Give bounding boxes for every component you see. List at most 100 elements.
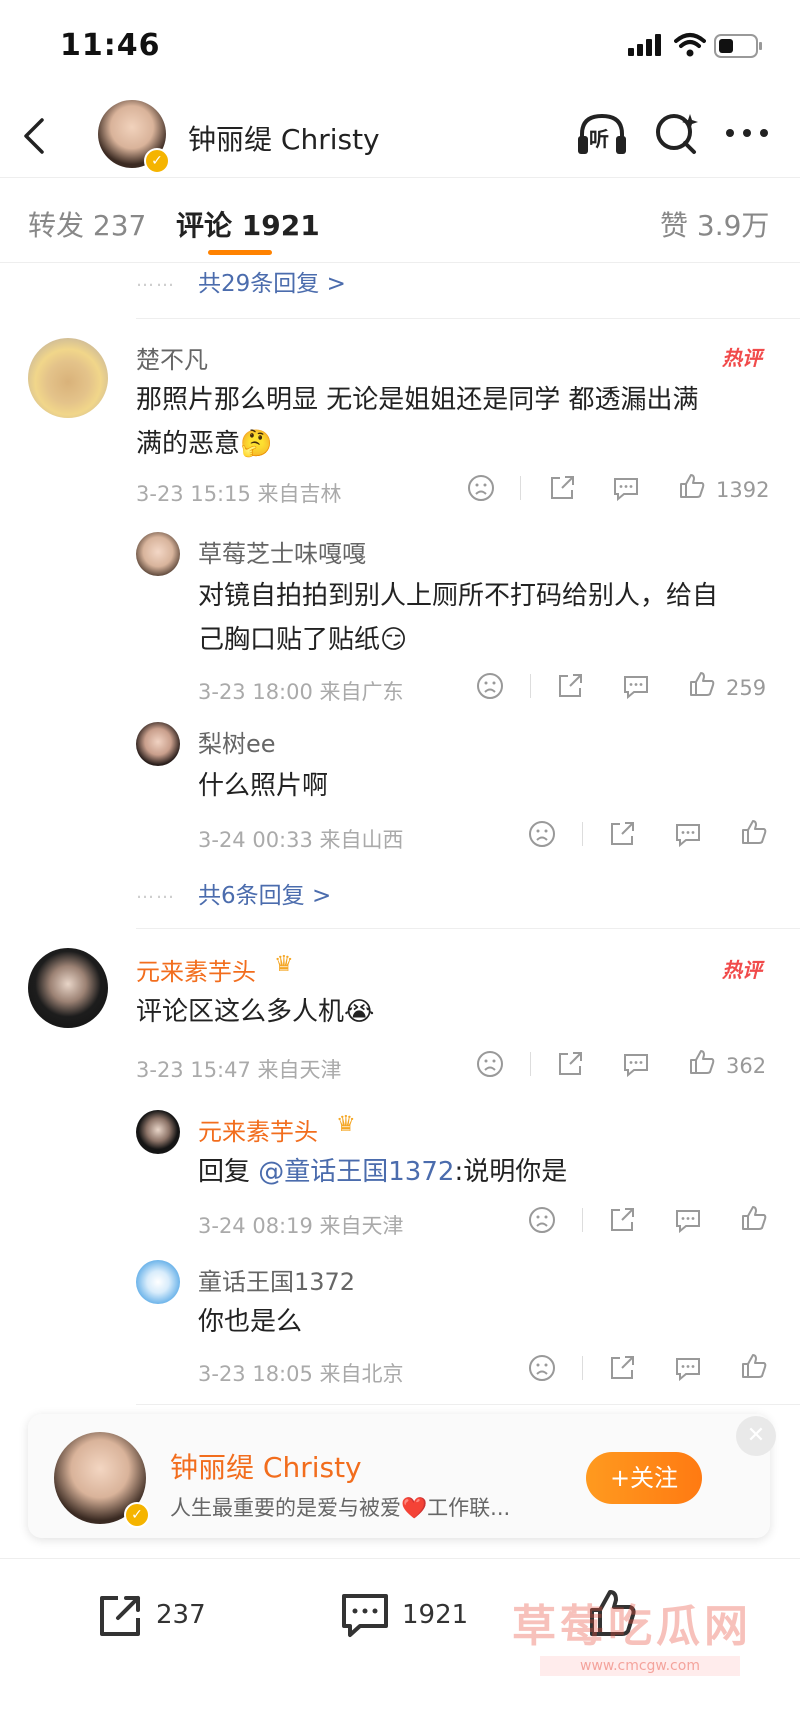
like-count: 362 bbox=[726, 1054, 767, 1078]
dislike-icon[interactable] bbox=[528, 1206, 556, 1234]
dislike-icon[interactable] bbox=[476, 672, 504, 700]
like-icon[interactable] bbox=[740, 1352, 768, 1380]
mention-link[interactable]: @童话王国1372 bbox=[258, 1157, 454, 1187]
header-divider bbox=[0, 177, 800, 178]
verified-badge-icon: ✓ bbox=[124, 1502, 150, 1528]
dislike-icon[interactable] bbox=[528, 820, 556, 848]
reply-text: 你也是么 bbox=[198, 1307, 303, 1337]
dislike-icon[interactable] bbox=[528, 1354, 556, 1382]
site-watermark: 草莓吃瓜网 bbox=[512, 1601, 752, 1652]
reply-author[interactable]: 元来素芋头 bbox=[198, 1112, 318, 1147]
dislike-icon[interactable] bbox=[476, 1050, 504, 1078]
comment-separator bbox=[136, 318, 800, 319]
dislike-icon[interactable] bbox=[467, 474, 495, 502]
repost-count: 237 bbox=[156, 1600, 206, 1630]
comment-meta: 3-23 15:47 来自天津 bbox=[136, 1058, 342, 1082]
more-replies-dots: …… bbox=[136, 882, 176, 903]
reply-meta: 3-24 08:19 来自天津 bbox=[198, 1214, 404, 1238]
comment-count: 1921 bbox=[402, 1600, 469, 1630]
status-time: 11:46 bbox=[60, 28, 161, 63]
more-replies-link[interactable]: 共29条回复 > bbox=[198, 264, 346, 298]
reply-text-rest: :说明你是 bbox=[454, 1157, 568, 1187]
follow-button[interactable]: +关注 bbox=[586, 1452, 702, 1504]
reply-avatar[interactable] bbox=[136, 1260, 180, 1304]
like-icon[interactable] bbox=[740, 1204, 768, 1232]
comment-separator bbox=[136, 928, 800, 929]
card-name: 钟丽缇 Christy bbox=[170, 1451, 362, 1484]
hot-comment-badge: 热评 bbox=[722, 346, 762, 370]
reply-avatar[interactable] bbox=[136, 722, 180, 766]
reply-author[interactable]: 童话王国1372 bbox=[198, 1262, 355, 1297]
share-icon[interactable] bbox=[608, 820, 636, 848]
cellular-signal-icon bbox=[628, 34, 664, 56]
card-close-button[interactable]: ✕ bbox=[736, 1416, 776, 1456]
reply-meta: 3-23 18:05 来自北京 bbox=[198, 1362, 404, 1386]
comment-author[interactable]: 元来素芋头 bbox=[136, 952, 256, 987]
tabs-divider bbox=[0, 262, 800, 263]
comment-separator bbox=[136, 1404, 800, 1405]
site-watermark-url: www.cmcgw.com bbox=[540, 1656, 740, 1676]
action-divider bbox=[582, 1356, 583, 1380]
reply-text: 对镜自拍拍到别人上厕所不打码给别人，给自 bbox=[198, 581, 719, 611]
battery-icon bbox=[714, 34, 764, 58]
comment-text: 那照片那么明显 无论是姐姐还是同学 都透漏出满 bbox=[136, 385, 699, 415]
action-divider bbox=[520, 476, 521, 500]
reply-icon[interactable] bbox=[622, 672, 650, 700]
crown-badge-icon: ♛ bbox=[274, 952, 294, 977]
comment-avatar[interactable] bbox=[28, 338, 108, 418]
comment-author[interactable]: 楚不凡 bbox=[136, 340, 208, 375]
like-count: 259 bbox=[726, 676, 767, 700]
more-options-icon[interactable] bbox=[724, 126, 770, 140]
reply-avatar[interactable] bbox=[136, 1110, 180, 1154]
share-icon[interactable] bbox=[548, 474, 576, 502]
more-replies-dots: …… bbox=[136, 270, 176, 291]
tab-comments[interactable]: 评论 1921 bbox=[176, 204, 320, 244]
card-bio: 人生最重要的是爱与被爱❤️工作联... bbox=[170, 1496, 511, 1520]
action-divider bbox=[530, 1052, 531, 1076]
reply-author[interactable]: 草莓芝士味嘎嘎 bbox=[198, 534, 366, 569]
comment-icon[interactable] bbox=[340, 1590, 390, 1640]
action-divider bbox=[530, 674, 531, 698]
tab-likes[interactable]: 赞 3.9万 bbox=[660, 204, 769, 244]
share-icon[interactable] bbox=[608, 1354, 636, 1382]
like-count: 1392 bbox=[716, 478, 770, 502]
repost-icon[interactable] bbox=[96, 1592, 144, 1640]
share-icon[interactable] bbox=[608, 1206, 636, 1234]
more-replies-link[interactable]: 共6条回复 > bbox=[198, 876, 331, 910]
reply-avatar[interactable] bbox=[136, 532, 180, 576]
share-icon[interactable] bbox=[556, 672, 584, 700]
hot-comment-badge: 热评 bbox=[722, 958, 762, 982]
reply-icon[interactable] bbox=[674, 1206, 702, 1234]
wifi-icon bbox=[674, 32, 706, 58]
action-divider bbox=[582, 1208, 583, 1232]
verified-badge-icon: ✓ bbox=[144, 148, 170, 174]
share-icon[interactable] bbox=[556, 1050, 584, 1078]
tab-repost[interactable]: 转发 237 bbox=[28, 204, 146, 244]
reply-icon[interactable] bbox=[622, 1050, 650, 1078]
reply-prefix: 回复 bbox=[198, 1157, 259, 1187]
reply-meta: 3-23 18:00 来自广东 bbox=[198, 680, 404, 704]
like-icon[interactable] bbox=[678, 472, 706, 500]
reply-meta: 3-24 00:33 来自山西 bbox=[198, 828, 404, 852]
action-divider bbox=[582, 822, 583, 846]
crown-badge-icon: ♛ bbox=[336, 1112, 356, 1137]
back-icon[interactable] bbox=[22, 116, 46, 156]
reply-icon[interactable] bbox=[674, 820, 702, 848]
listen-label: 听 bbox=[589, 127, 609, 151]
like-icon[interactable] bbox=[688, 1048, 716, 1076]
page-title: 钟丽缇 Christy bbox=[188, 123, 380, 156]
reply-text-line2: 己胸口贴了贴纸😏 bbox=[198, 625, 408, 655]
reply-author[interactable]: 梨树ee bbox=[198, 724, 276, 759]
reply-icon[interactable] bbox=[612, 474, 640, 502]
reply-text: 什么照片啊 bbox=[198, 771, 329, 801]
reply-icon[interactable] bbox=[674, 1354, 702, 1382]
search-icon[interactable] bbox=[654, 110, 700, 156]
comment-avatar[interactable] bbox=[28, 948, 108, 1028]
reply-text: 回复 @童话王国1372:说明你是 bbox=[198, 1150, 567, 1194]
like-icon[interactable] bbox=[740, 818, 768, 846]
tab-active-indicator bbox=[208, 250, 272, 255]
comment-text-line2: 满的恶意🤔 bbox=[136, 429, 273, 459]
comment-text: 评论区这么多人机😭 bbox=[136, 997, 375, 1027]
comment-meta: 3-23 15:15 来自吉林 bbox=[136, 482, 342, 506]
like-icon[interactable] bbox=[688, 670, 716, 698]
